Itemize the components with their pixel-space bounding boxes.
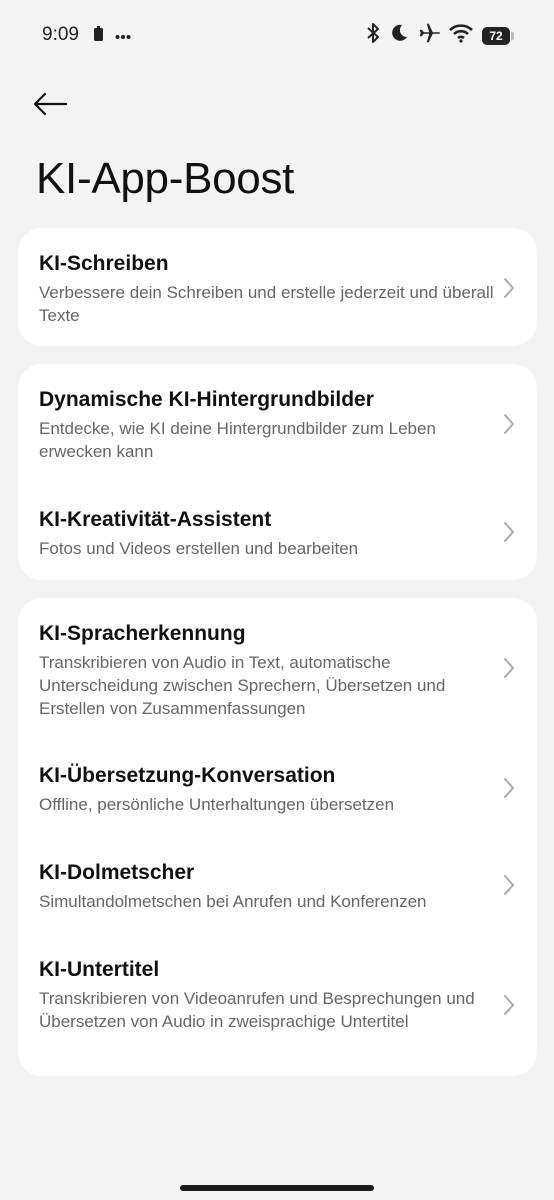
battery-tip	[511, 31, 514, 40]
status-left-icons	[94, 26, 131, 46]
chevron-right-icon	[504, 875, 514, 895]
list-item-description: Entdecke, wie KI deine Hintergrundbilder…	[39, 419, 436, 461]
chevron-right-icon	[504, 995, 514, 1015]
list-item-title: KI-Untertitel	[39, 958, 160, 981]
status-bar: 9:09 72	[0, 0, 554, 70]
chevron-right-icon	[504, 522, 514, 542]
list-item-title: KI-Spracherkennung	[39, 622, 246, 645]
list-item-uebersetzung-konversation[interactable]: KI-Übersetzung-Konversation Offline, per…	[18, 738, 537, 835]
do-not-disturb-moon-icon	[389, 23, 409, 48]
settings-group-1: KI-Schreiben Verbessere dein Schreiben u…	[18, 228, 537, 346]
home-indicator[interactable]	[180, 1185, 374, 1191]
bluetooth-icon	[366, 22, 380, 49]
list-item-description: Transkribieren von Audio in Text, automa…	[39, 653, 446, 718]
status-right-icons: 72	[366, 22, 514, 49]
chevron-right-icon	[504, 778, 514, 798]
battery-saver-icon	[94, 26, 103, 46]
airplane-mode-icon	[418, 22, 440, 49]
arrow-left-icon	[32, 92, 68, 121]
list-item-title: KI-Kreativität-Assistent	[39, 508, 272, 531]
list-item-description: Simultandolmetschen bei Anrufen und Konf…	[39, 892, 427, 911]
settings-group-2: Dynamische KI-Hintergrundbilder Entdecke…	[18, 364, 537, 580]
list-item-title: KI-Dolmetscher	[39, 861, 195, 884]
list-item-description: Verbessere dein Schreiben und erstelle j…	[39, 283, 494, 325]
list-item-title: Dynamische KI-Hintergrundbilder	[39, 388, 374, 411]
chevron-right-icon	[504, 278, 514, 298]
chevron-right-icon	[504, 414, 514, 434]
list-item-description: Offline, persönliche Unterhaltungen über…	[39, 795, 395, 814]
page-title: KI-App-Boost	[36, 154, 295, 203]
list-item-title: KI-Schreiben	[39, 252, 169, 275]
list-item-dolmetscher[interactable]: KI-Dolmetscher Simultandolmetschen bei A…	[18, 835, 537, 932]
battery-level: 72	[482, 26, 510, 45]
list-item-spracherkennung[interactable]: KI-Spracherkennung Transkribieren von Au…	[18, 598, 537, 738]
chevron-right-icon	[504, 658, 514, 678]
list-item-description: Fotos und Videos erstellen und bearbeite…	[39, 539, 359, 558]
status-time: 9:09	[42, 24, 79, 45]
list-item-kreativitaet-assistent[interactable]: KI-Kreativität-Assistent Fotos und Video…	[18, 482, 537, 580]
list-item-title: KI-Übersetzung-Konversation	[39, 764, 336, 787]
list-item-description: Transkribieren von Videoanrufen und Besp…	[39, 989, 475, 1031]
back-button[interactable]	[32, 86, 80, 126]
list-item-ki-schreiben[interactable]: KI-Schreiben Verbessere dein Schreiben u…	[18, 228, 537, 346]
list-item-dynamische-hintergrundbilder[interactable]: Dynamische KI-Hintergrundbilder Entdecke…	[18, 364, 537, 482]
battery-icon: 72	[482, 26, 514, 45]
list-item-untertitel[interactable]: KI-Untertitel Transkribieren von Videoan…	[18, 932, 537, 1076]
settings-group-3: KI-Spracherkennung Transkribieren von Au…	[18, 598, 537, 1076]
wifi-icon	[449, 23, 473, 48]
more-dots-icon	[115, 27, 131, 45]
